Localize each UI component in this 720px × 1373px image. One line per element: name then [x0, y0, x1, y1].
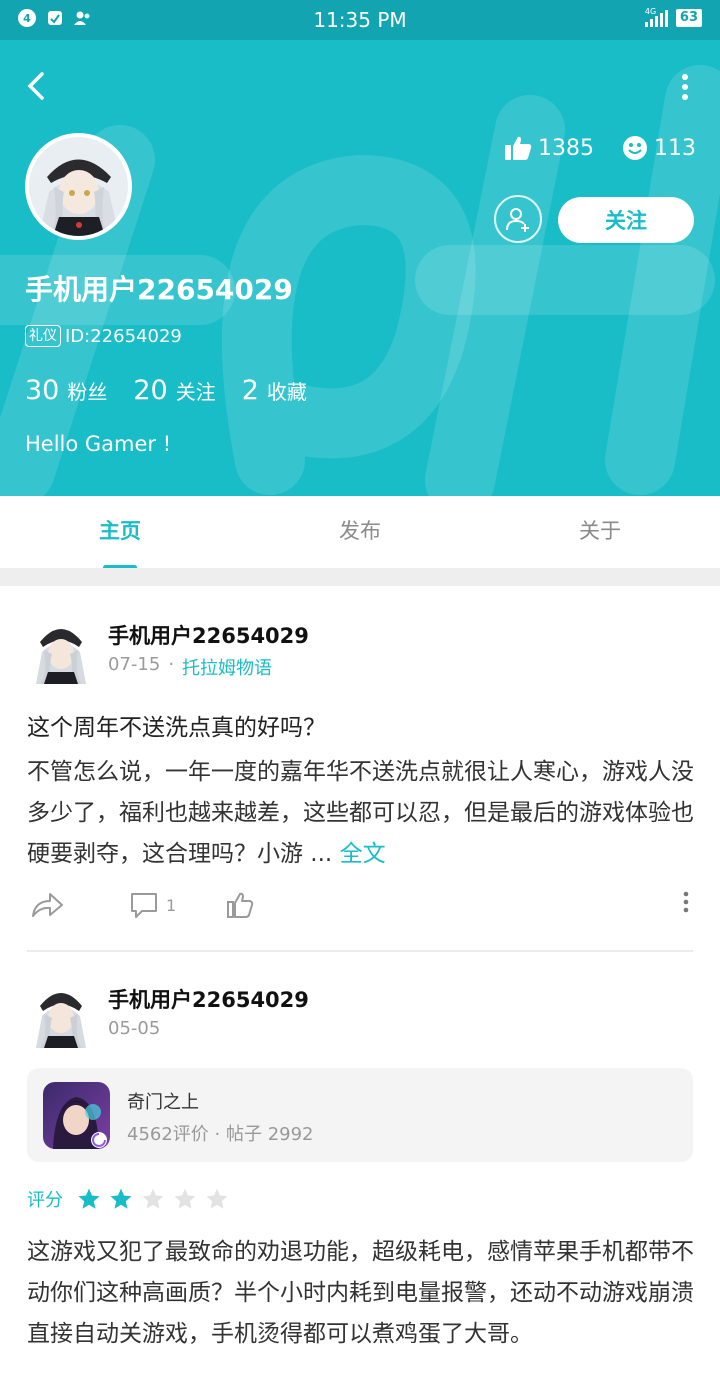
follow-counts: 30 粉丝 20 关注 2 收藏 — [25, 375, 307, 406]
tab-about[interactable]: 关于 — [480, 496, 720, 568]
likes-stat[interactable]: 1385 — [504, 135, 594, 161]
comment-icon — [131, 893, 157, 918]
more-options-icon[interactable] — [680, 72, 690, 102]
following-count[interactable]: 20 关注 — [133, 375, 215, 406]
post-date: 07-15 — [108, 654, 161, 675]
profile-username: 手机用户22654029 — [25, 273, 293, 306]
status-time: 11:35 PM — [313, 8, 407, 32]
favorites-number: 2 — [241, 375, 259, 406]
fans-number: 30 — [25, 375, 60, 406]
star-empty-icon — [206, 1188, 228, 1209]
status-bar: 4 11:35 PM 4G 63 — [0, 0, 720, 40]
share-button[interactable] — [30, 891, 64, 919]
star-filled-icon — [78, 1188, 100, 1209]
profile-header: 1385 113 关注 手机用户22654029 礼仪 ID:22654029 … — [0, 40, 720, 496]
star-filled-icon — [110, 1188, 132, 1209]
star-empty-icon — [142, 1188, 164, 1209]
game-name: 奇门之上 — [127, 1092, 199, 1113]
status-right: 4G 63 — [644, 7, 702, 27]
post-game-link[interactable]: 托拉姆物语 — [182, 654, 272, 680]
post-title: 这个周年不送洗点真的好吗？ — [27, 715, 326, 741]
post-meta: 07-15 · 托拉姆物语 — [108, 654, 272, 680]
likes-count: 1385 — [538, 135, 594, 161]
game-icon — [43, 1082, 110, 1149]
user-id: ID:22654029 — [65, 325, 182, 347]
game-art-icon — [43, 1082, 110, 1149]
vertical-dots-icon — [683, 891, 689, 913]
smiles-count: 113 — [654, 135, 696, 161]
post-author-avatar[interactable] — [30, 614, 92, 684]
review-body: 这游戏又犯了最致命的劝退功能，超级耗电，感情苹果手机都带不动你们这种高画质？半个… — [27, 1239, 694, 1347]
fans-count[interactable]: 30 粉丝 — [25, 375, 107, 406]
game-stats: 4562评价 · 帖子 2992 — [127, 1124, 314, 1145]
etiquette-badge[interactable]: 礼仪 — [25, 325, 61, 347]
rating-label: 评分 — [27, 1190, 63, 1211]
comment-count: 1 — [166, 895, 177, 915]
smiles-stat[interactable]: 113 — [622, 135, 696, 161]
meta-separator: · — [168, 654, 175, 675]
following-label: 关注 — [175, 380, 216, 404]
post-actions: 1 — [0, 891, 720, 931]
profile-reactions: 1385 113 — [504, 135, 696, 161]
post-author-avatar[interactable] — [30, 978, 92, 1048]
profile-tabs: 主页 发布 关于 — [0, 496, 720, 568]
post-more-button[interactable] — [682, 891, 690, 913]
post-body: 不管怎么说，一年一度的嘉年华不送洗点就很让人寒心，游戏人没多少了，福利也越来越差… — [27, 752, 697, 875]
fans-label: 粉丝 — [67, 380, 108, 404]
follow-button[interactable]: 关注 — [558, 197, 694, 243]
like-button[interactable] — [226, 891, 254, 919]
post-author-name[interactable]: 手机用户22654029 — [108, 620, 309, 650]
network-label: 4G — [644, 7, 657, 16]
smiley-icon — [623, 136, 647, 160]
back-arrow-icon[interactable] — [22, 68, 52, 104]
read-more-link[interactable]: 全文 — [340, 841, 386, 867]
profile-bio: Hello Gamer ! — [25, 432, 172, 456]
post-author-name[interactable]: 手机用户22654029 — [108, 984, 309, 1014]
avatar-character-image — [29, 137, 128, 236]
post-meta: 05-05 — [108, 1018, 160, 1039]
rating-row: 评分 — [27, 1186, 229, 1212]
post-date: 05-05 — [108, 1018, 161, 1039]
profile-avatar[interactable] — [25, 133, 132, 240]
add-friend-button[interactable] — [494, 195, 542, 243]
feed-post[interactable]: 手机用户22654029 07-15 · 托拉姆物语 这个周年不送洗点真的好吗？… — [0, 586, 720, 951]
favorites-label: 收藏 — [266, 380, 307, 404]
signal-icon: 4G — [644, 7, 668, 27]
share-icon — [32, 893, 63, 917]
section-divider — [0, 568, 720, 586]
user-id-row: 礼仪 ID:22654029 — [25, 325, 182, 347]
favorites-count[interactable]: 2 收藏 — [242, 375, 307, 406]
battery-indicator: 63 — [675, 9, 702, 27]
comment-button[interactable]: 1 — [130, 891, 176, 919]
add-user-icon — [506, 208, 529, 232]
tab-posts[interactable]: 发布 — [240, 496, 480, 568]
game-card[interactable]: 奇门之上 4562评价 · 帖子 2992 — [27, 1068, 693, 1162]
following-number: 20 — [133, 375, 168, 406]
thumbs-up-outline-icon — [227, 892, 254, 918]
tab-home[interactable]: 主页 — [0, 496, 240, 568]
star-empty-icon — [174, 1188, 196, 1209]
thumbs-up-icon — [505, 136, 532, 160]
